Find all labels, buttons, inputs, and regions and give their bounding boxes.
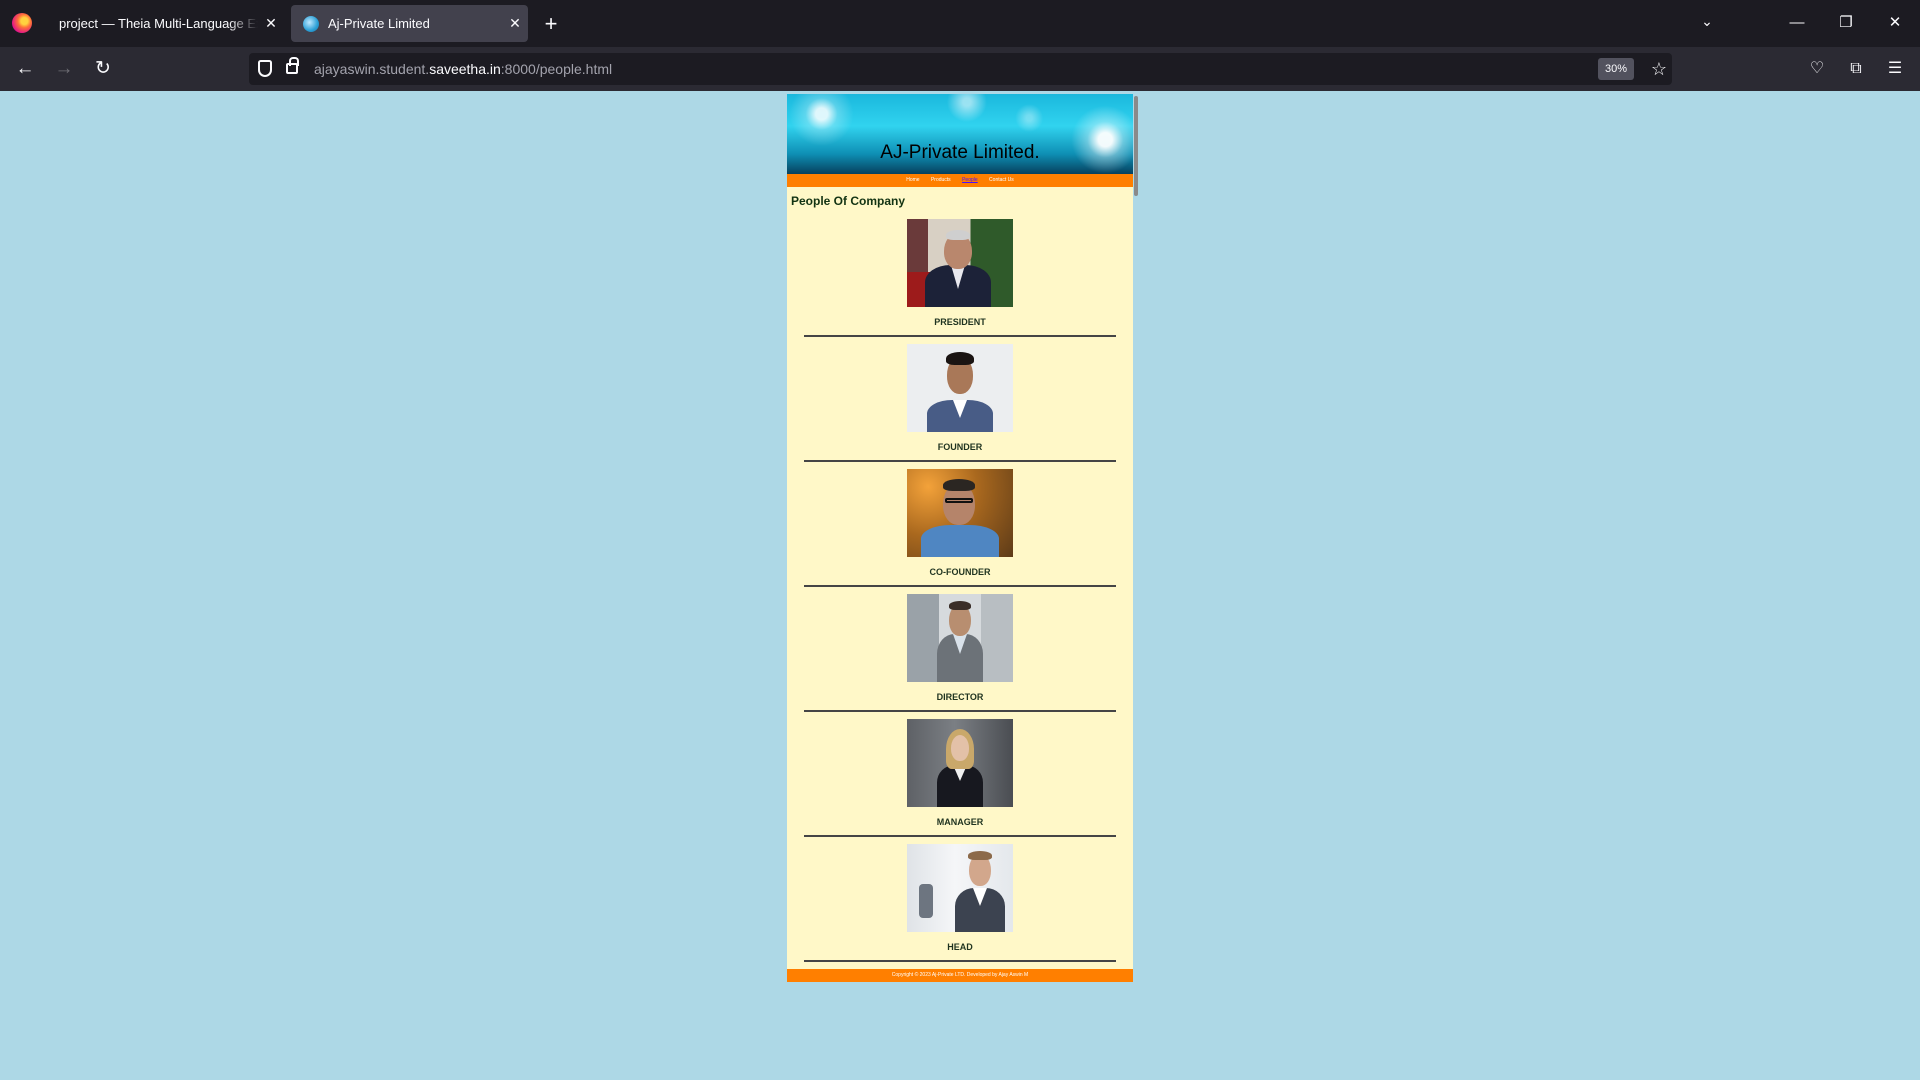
divider [804, 335, 1116, 337]
divider [804, 960, 1116, 962]
url-suffix: :8000/people.html [500, 61, 613, 77]
site-favicon-icon [303, 15, 319, 32]
menu-icon[interactable]: ☰ [1883, 57, 1907, 81]
page-heading: People Of Company [791, 194, 906, 208]
zoom-level-badge[interactable]: 30% [1598, 58, 1634, 80]
site-container: AJ-Private Limited. Home Products People… [787, 94, 1133, 982]
pocket-icon[interactable]: ♡ [1805, 57, 1829, 81]
chevron-down-icon[interactable]: ⌄ [1697, 13, 1717, 33]
divider [804, 460, 1116, 462]
reload-icon[interactable]: ↻ [89, 55, 117, 83]
new-tab-icon[interactable]: + [541, 10, 561, 38]
site-nav: Home Products People Contact Us [787, 174, 1133, 187]
tab-bar: project — Theia Multi-Language Exam ✕ Aj… [0, 0, 1920, 47]
url-prefix: ajayaswin.student. [314, 61, 430, 77]
address-bar[interactable]: ajayaswin.student.saveetha.in:8000/peopl… [249, 53, 1672, 85]
president-photo [907, 219, 1013, 307]
divider [804, 835, 1116, 837]
divider [804, 710, 1116, 712]
extensions-icon[interactable]: ⧉ [1844, 57, 1868, 81]
nav-home[interactable]: Home [906, 177, 919, 183]
navigation-toolbar: ← → ↻ ajayaswin.student.saveetha.in:8000… [0, 47, 1920, 91]
founder-photo [907, 344, 1013, 432]
bookmark-star-icon[interactable]: ☆ [1647, 57, 1671, 81]
close-window-icon[interactable]: ✕ [1882, 10, 1908, 36]
site-footer: Copyright © 2023 Aj-Private LTD. Develop… [787, 969, 1133, 982]
site-banner: AJ-Private Limited. [787, 94, 1133, 174]
role-label: HEAD [947, 942, 973, 952]
nav-products[interactable]: Products [931, 177, 951, 183]
nav-contact-us[interactable]: Contact Us [989, 177, 1014, 183]
firefox-logo-icon[interactable] [12, 13, 32, 33]
manager-photo [907, 719, 1013, 807]
restore-icon[interactable]: ❐ [1833, 10, 1859, 36]
url-text[interactable]: ajayaswin.student.saveetha.in:8000/peopl… [314, 61, 612, 77]
tab-title: project — Theia Multi-Language Exam [59, 16, 258, 31]
role-label: CO-FOUNDER [929, 567, 991, 577]
tracking-shield-icon[interactable] [258, 60, 272, 77]
co-founder-photo [907, 469, 1013, 557]
scrollbar-thumb[interactable] [1134, 96, 1138, 196]
tab-aj-private[interactable]: Aj-Private Limited ✕ [291, 5, 528, 42]
nav-people[interactable]: People [962, 177, 978, 183]
head-photo [907, 844, 1013, 932]
lock-icon[interactable] [286, 57, 299, 74]
minimize-icon[interactable]: — [1784, 10, 1810, 36]
role-label: PRESIDENT [934, 317, 986, 327]
director-photo [907, 594, 1013, 682]
back-arrow-icon[interactable]: ← [11, 55, 39, 83]
tab-title: Aj-Private Limited [328, 16, 430, 31]
role-label: DIRECTOR [936, 692, 984, 702]
banner-title: AJ-Private Limited. [880, 142, 1040, 163]
forward-arrow-icon[interactable]: → [50, 55, 78, 83]
close-tab-icon[interactable]: ✕ [258, 15, 284, 32]
url-domain: saveetha.in [429, 61, 501, 77]
tab-project[interactable]: project — Theia Multi-Language Exam ✕ [46, 5, 284, 42]
divider [804, 585, 1116, 587]
close-tab-icon[interactable]: ✕ [502, 15, 528, 32]
role-label: FOUNDER [937, 442, 983, 452]
role-label: MANAGER [936, 817, 984, 827]
